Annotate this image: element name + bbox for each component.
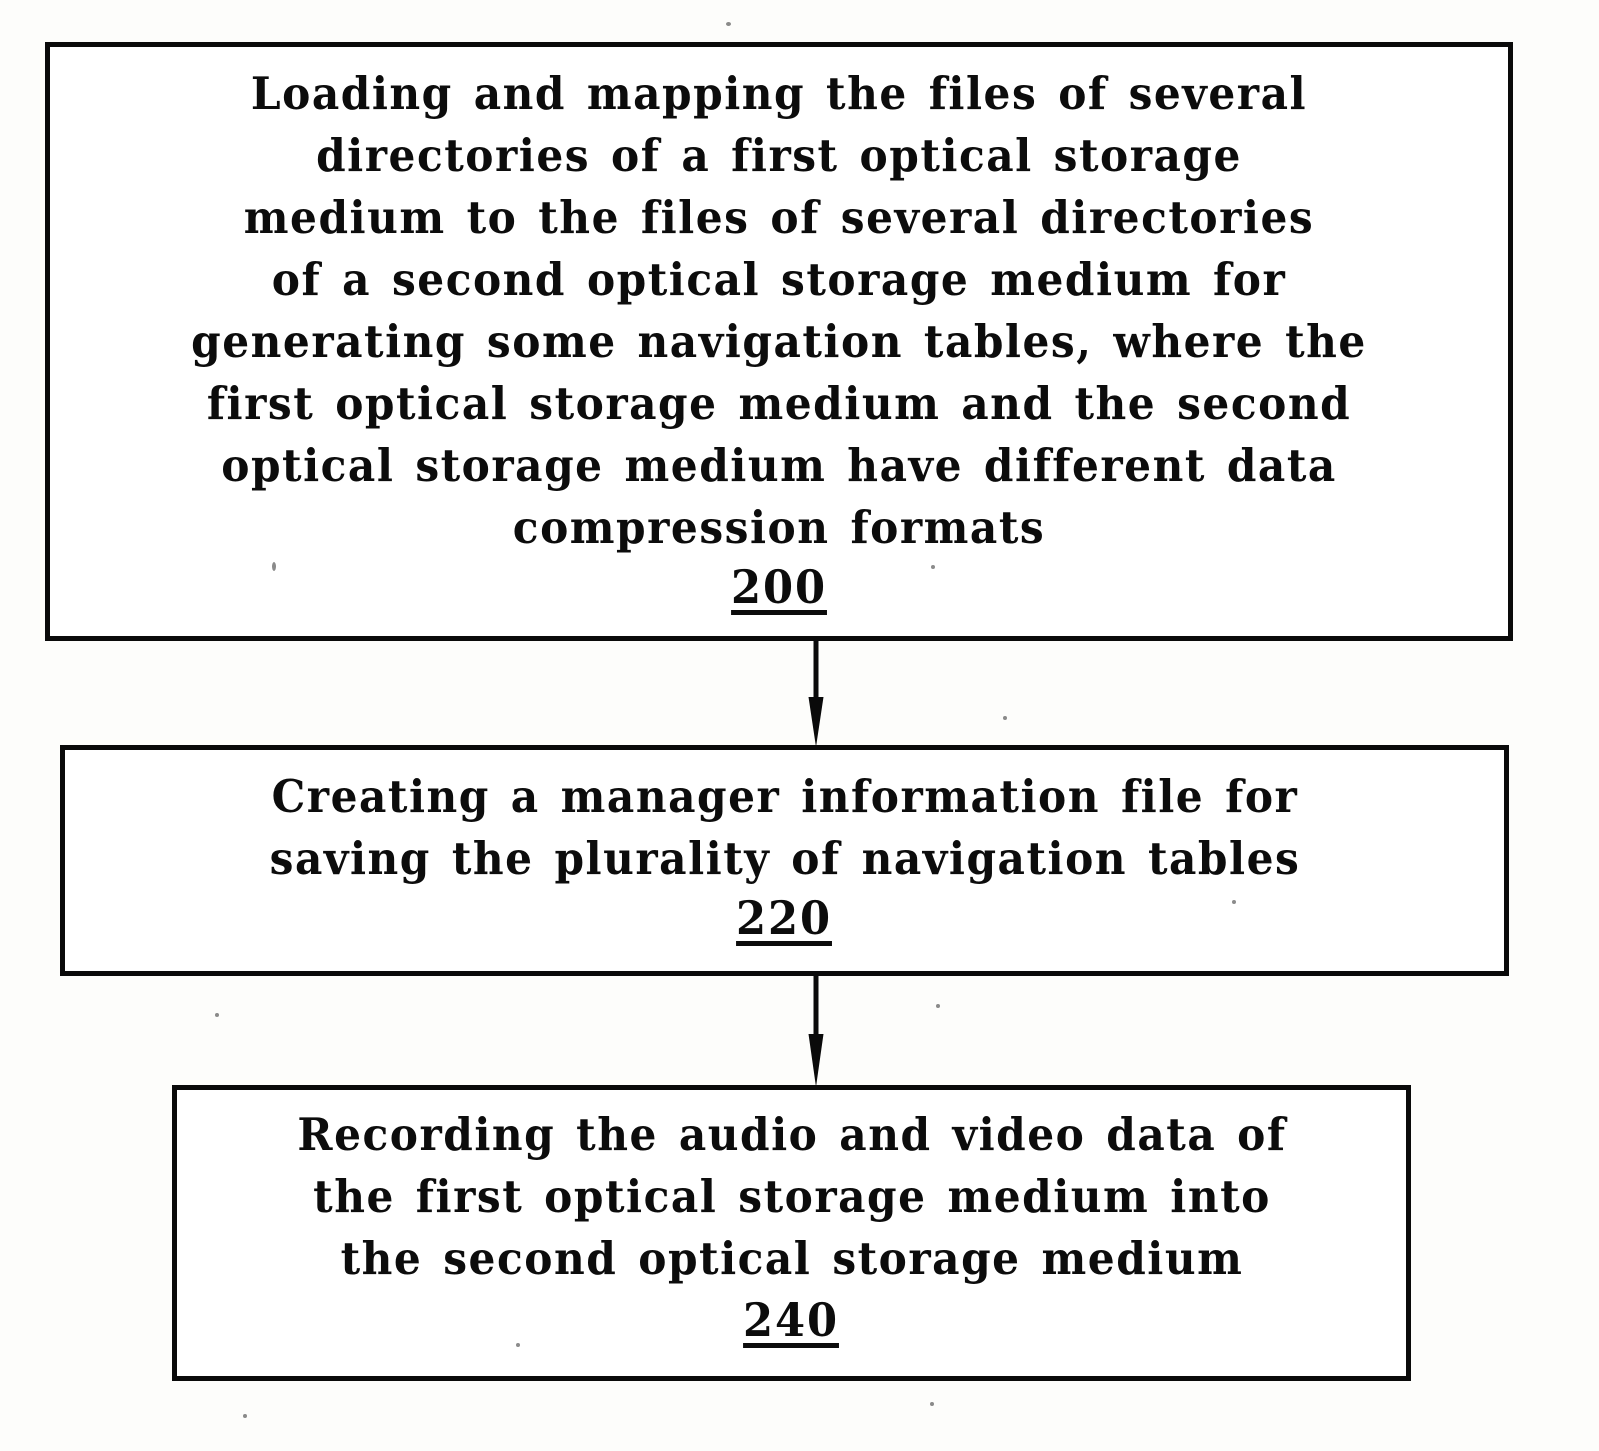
connector-arrow-200-to-220 (803, 641, 829, 747)
scan-speckle (1003, 716, 1007, 720)
scan-speckle (1232, 900, 1236, 904)
process-box-240: Recording the audio and video data of th… (172, 1085, 1411, 1381)
process-box-200-text: Loading and mapping the files of several… (191, 67, 1367, 554)
flowchart-canvas: Loading and mapping the files of several… (0, 0, 1599, 1451)
scan-speckle (215, 1013, 219, 1017)
process-box-240-text: Recording the audio and video data of th… (296, 1108, 1287, 1285)
reference-numeral-240: 240 (743, 1293, 840, 1347)
scan-speckle (930, 1402, 934, 1406)
process-box-220-text: Creating a manager information file for … (269, 770, 1300, 885)
process-box-200: Loading and mapping the files of several… (45, 42, 1513, 641)
arrow-down-icon (808, 976, 824, 1087)
scan-speckle (726, 22, 731, 26)
reference-numeral-200: 200 (731, 560, 827, 614)
arrow-down-icon (808, 641, 824, 747)
connector-arrow-220-to-240 (803, 976, 829, 1087)
process-box-220: Creating a manager information file for … (60, 745, 1509, 976)
scan-speckle (272, 562, 276, 571)
scan-speckle (936, 1004, 940, 1008)
reference-numeral-220: 220 (736, 891, 833, 945)
scan-speckle (516, 1343, 520, 1347)
scan-speckle (931, 565, 935, 569)
scan-speckle (243, 1414, 247, 1418)
